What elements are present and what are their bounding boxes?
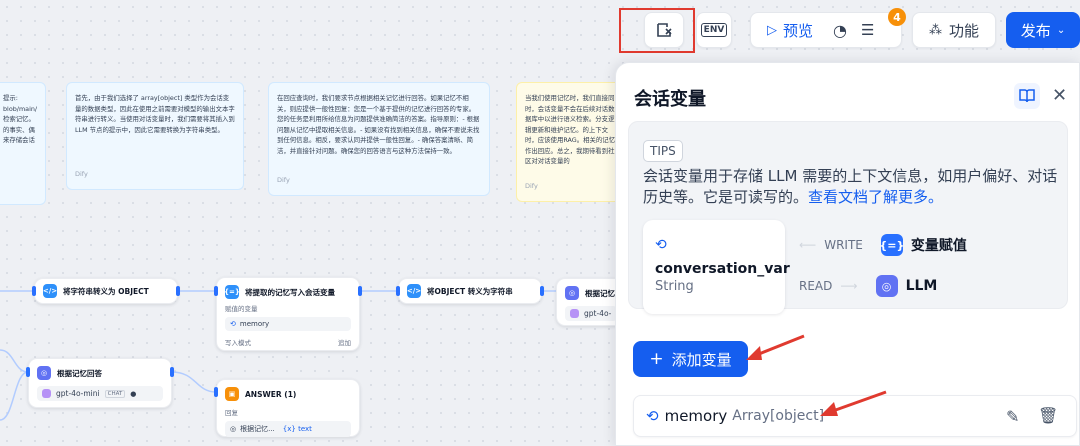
preview-button[interactable]: ▷预览 — [767, 20, 813, 41]
node-title: 将提取的记忆写入会话变量 — [245, 287, 335, 298]
example-var-type: String — [655, 279, 773, 294]
read-flow: READ ⟶ ◎ LLM — [799, 275, 937, 297]
write-node-label: 变量赋值 — [911, 235, 967, 255]
tips-badge: TIPS — [643, 140, 683, 162]
node-answer[interactable]: ▣ ANSWER (1) 回复 ◎根据记忆...{x} text — [216, 379, 360, 437]
node-handle[interactable] — [540, 286, 544, 296]
model-chip: gpt-4o- — [565, 306, 617, 321]
node-handle[interactable] — [214, 286, 218, 296]
close-icon[interactable]: ✕ — [1052, 85, 1067, 106]
add-variable-button[interactable]: + 添加变量 — [633, 341, 748, 377]
variable-type: Array[object] — [732, 408, 824, 424]
llm-icon: ◎ — [37, 366, 51, 380]
chat-tag: CHAT — [105, 390, 126, 398]
example-var-name: conversation_var — [655, 261, 773, 277]
node-handle[interactable] — [32, 286, 36, 296]
variable-item[interactable]: ⟲ memory Array[object] ✎ 🗑 — [633, 395, 1077, 437]
code-icon: </> — [43, 284, 57, 298]
conversation-variables-panel: 会话变量 ✕ TIPS 会话变量用于存储 LLM 需要的上下文信息，如用户偏好、… — [615, 62, 1080, 446]
llm-ref-icon: ◎ — [230, 425, 236, 433]
node-object-to-str[interactable]: </> 将OBJECT 转义为字符串 — [398, 278, 542, 304]
model-icon — [570, 309, 579, 318]
write-flow: ⟵ WRITE {=} 变量赋值 — [799, 234, 967, 256]
variable-name: memory — [665, 407, 728, 425]
node-handle[interactable] — [214, 387, 218, 397]
answer-icon: ▣ — [225, 387, 239, 401]
conversation-var-icon: ⟲ — [646, 407, 659, 425]
chevron-down-icon: ⌄ — [1057, 25, 1065, 36]
write-mode-row: 写入模式追加 — [225, 337, 351, 347]
edit-icon[interactable]: ✎ — [1006, 407, 1019, 426]
checklist-history-icon[interactable]: ◔ — [833, 21, 847, 40]
docs-button[interactable] — [1014, 83, 1040, 109]
annotation-highlight-box — [619, 8, 695, 53]
node-title: 将OBJECT 转义为字符串 — [427, 286, 513, 297]
assign-icon: {=} — [225, 285, 239, 299]
node-handle[interactable] — [170, 367, 174, 377]
node-subtitle: 回复 — [225, 407, 351, 417]
delete-icon[interactable]: 🗑 — [1038, 406, 1058, 425]
llm-icon: ◎ — [565, 286, 579, 300]
tips-text: 会话变量用于存储 LLM 需要的上下文信息，如用户偏好、对话历史等。它是可读写的… — [643, 166, 1061, 208]
answer-reference: ◎根据记忆...{x} text — [225, 421, 351, 437]
example-var-card: ⟲ conversation_var String — [643, 220, 785, 314]
docs-link[interactable]: 查看文档了解更多。 — [808, 188, 943, 206]
env-icon: ENV — [701, 23, 728, 37]
book-icon — [1019, 89, 1035, 103]
publish-button[interactable]: 发布 ⌄ — [1006, 12, 1080, 48]
eye-icon: ● — [130, 390, 136, 398]
conversation-var-icon: ⟲ — [230, 320, 236, 328]
node-str-to-object[interactable]: </> 将字符串转义为 OBJECT — [34, 278, 178, 304]
model-chip: gpt-4o-miniCHAT● — [37, 386, 163, 401]
assigned-variable: ⟲memory — [225, 317, 351, 331]
read-node-label: LLM — [906, 278, 938, 294]
checklist-badge: 4 — [888, 8, 906, 26]
node-title: 将字符串转义为 OBJECT — [63, 286, 149, 297]
features-button[interactable]: ⁂ 功能 — [912, 12, 996, 48]
node-title: ANSWER (1) — [245, 390, 296, 399]
node-handle[interactable] — [26, 367, 30, 377]
node-handle[interactable] — [396, 286, 400, 296]
node-write-memory[interactable]: {=} 将提取的记忆写入会话变量 赋值的变量 ⟲memory 写入模式追加 — [216, 277, 360, 351]
conversation-var-icon: ⟲ — [655, 237, 667, 253]
node-title: 根据记忆回答 — [57, 368, 102, 379]
node-subtitle: 赋值的变量 — [225, 303, 351, 313]
assign-icon: {=} — [881, 234, 903, 256]
plus-icon: + — [649, 349, 663, 369]
toolbar-group: ▷预览 ◔ ☰ — [750, 12, 902, 48]
node-handle[interactable] — [176, 286, 180, 296]
tips-box: TIPS 会话变量用于存储 LLM 需要的上下文信息，如用户偏好、对话历史等。它… — [628, 121, 1068, 309]
node-handle[interactable] — [358, 286, 362, 296]
checklist-icon[interactable]: ☰ — [861, 21, 874, 39]
model-icon — [42, 389, 51, 398]
code-icon: </> — [407, 284, 421, 298]
llm-icon: ◎ — [876, 275, 898, 297]
panel-title: 会话变量 — [634, 85, 706, 111]
node-answer-memory[interactable]: ◎根据记忆回答 gpt-4o-miniCHAT● — [28, 358, 172, 408]
arrow-left-icon: ⟵ — [799, 238, 816, 252]
arrow-right-icon: ⟶ — [840, 279, 857, 293]
node-title: 根据记忆 — [585, 288, 615, 299]
features-icon: ⁂ — [929, 23, 942, 38]
env-button[interactable]: ENV — [696, 12, 732, 48]
play-icon: ▷ — [767, 23, 777, 38]
